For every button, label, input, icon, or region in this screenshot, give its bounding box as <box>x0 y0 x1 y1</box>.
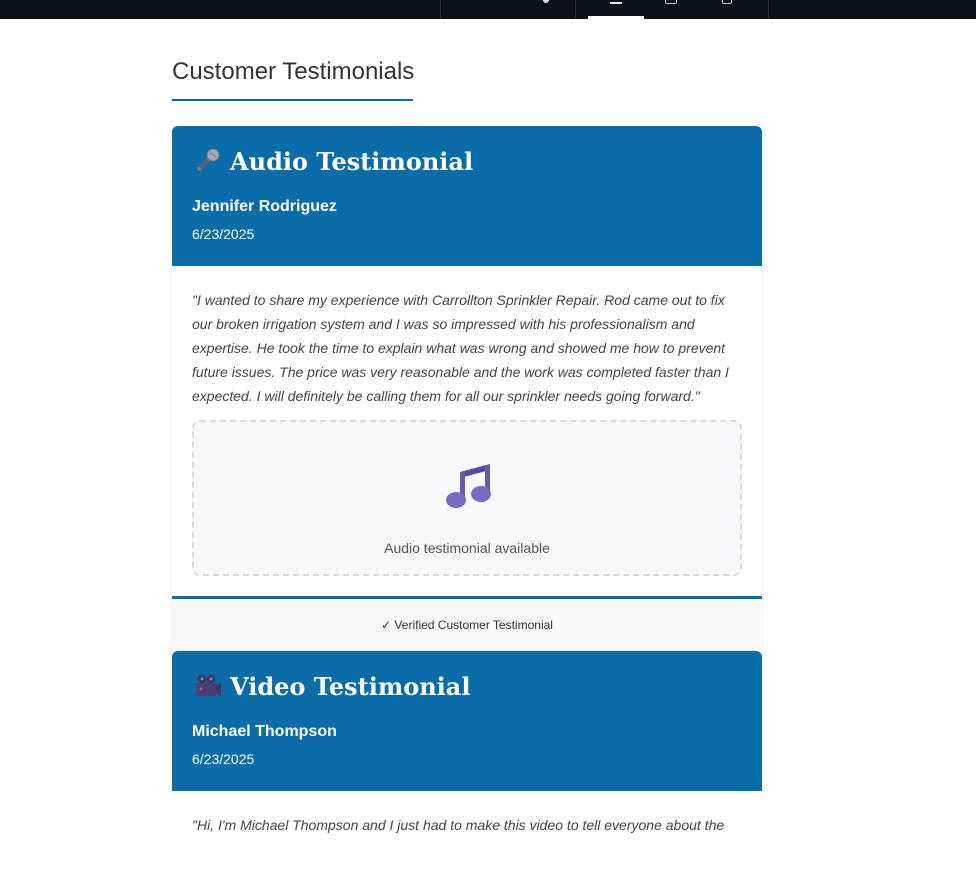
video-camera-icon <box>196 674 221 696</box>
toolbar-tab-active[interactable] <box>588 0 644 19</box>
tablet-icon[interactable] <box>665 0 677 4</box>
testimonial-date: 6/23/2025 <box>192 226 255 242</box>
toolbar-divider <box>440 0 441 19</box>
customer-name: Michael Thompson <box>192 723 337 740</box>
verified-badge: ✓ Verified Customer Testimonial <box>381 618 553 632</box>
customer-name: Jennifer Rodriguez <box>192 198 337 215</box>
top-toolbar <box>0 0 976 19</box>
testimonial-date: 6/23/2025 <box>192 751 255 767</box>
testimonial-quote: "I wanted to share my experience with Ca… <box>192 292 729 404</box>
microphone-icon <box>197 148 220 171</box>
verified-footer: ✓ Verified Customer Testimonial <box>172 596 762 651</box>
toolbar-divider <box>768 0 769 19</box>
menu-icon <box>610 2 622 4</box>
music-note-icon <box>446 464 491 508</box>
section-title: Customer Testimonials <box>172 58 415 85</box>
media-label: Audio testimonial available <box>384 540 550 556</box>
gear-icon[interactable] <box>539 0 553 4</box>
testimonial-quote: "Hi, I'm Michael Thompson and I just had… <box>192 817 725 833</box>
card-title-text: Video Testimonial <box>230 671 471 701</box>
card-header: Video Testimonial Michael Thompson 6/23/… <box>172 651 762 791</box>
card-title: Audio Testimonial <box>192 146 473 176</box>
title-underline <box>172 99 413 101</box>
card-title-text: Audio Testimonial <box>230 146 474 176</box>
card-header: Audio Testimonial Jennifer Rodriguez 6/2… <box>172 126 762 266</box>
testimonial-card-audio: Audio Testimonial Jennifer Rodriguez 6/2… <box>172 126 762 651</box>
testimonial-card-video: Video Testimonial Michael Thompson 6/23/… <box>172 651 762 871</box>
phone-icon[interactable] <box>722 0 732 4</box>
card-title: Video Testimonial <box>192 671 470 701</box>
audio-player-placeholder[interactable]: Audio testimonial available <box>192 420 742 576</box>
toolbar-divider <box>575 0 576 19</box>
